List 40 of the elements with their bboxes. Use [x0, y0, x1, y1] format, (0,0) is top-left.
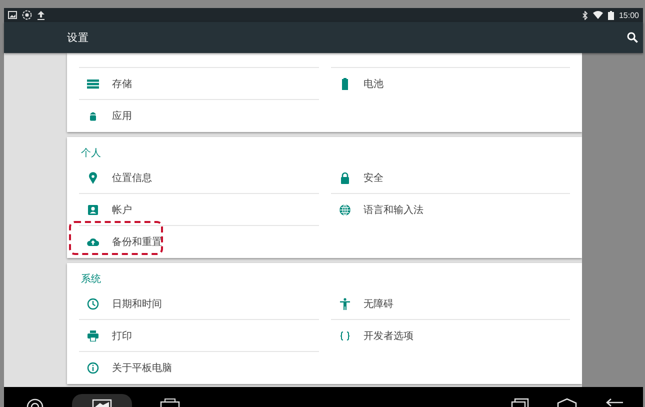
settings-item[interactable]: 应用 [79, 100, 318, 132]
settings-item[interactable]: 关于平板电脑 [79, 352, 318, 384]
settings-item[interactable]: 日期和时间 [79, 288, 318, 320]
printer-icon [87, 330, 99, 342]
toolbar-title: 设置 [67, 30, 89, 44]
settings-item[interactable]: 开发者选项 [330, 320, 570, 352]
home-icon[interactable] [557, 398, 577, 407]
search-icon[interactable] [627, 32, 638, 43]
wifi-icon [592, 11, 603, 19]
account-icon [87, 204, 99, 216]
recent-apps-icon[interactable] [511, 398, 529, 407]
image-icon [8, 11, 17, 19]
settings-item[interactable]: 帐户 [79, 194, 318, 226]
section-header: 系统 [80, 272, 102, 287]
battery-icon [608, 10, 614, 20]
braces-icon [338, 330, 350, 342]
image-icon [92, 399, 112, 407]
list-icon [87, 78, 99, 90]
upload-icon [37, 10, 45, 20]
settings-item[interactable]: 无障碍 [330, 288, 570, 320]
settings-item[interactable]: 位置信息 [79, 162, 318, 194]
settings-item[interactable]: 语言和输入法 [330, 194, 570, 226]
location-pin-icon [87, 172, 99, 184]
clock-time: 15:00 [618, 10, 639, 20]
cloud-upload-icon [87, 236, 99, 248]
settings-item[interactable]: 安全 [330, 162, 570, 194]
section-header: 个人 [80, 147, 102, 161]
settings-item[interactable]: 打印 [79, 320, 318, 352]
circle-icon [22, 10, 32, 20]
info-icon [87, 362, 99, 374]
clock-icon [87, 298, 99, 310]
back-icon[interactable] [605, 398, 625, 407]
settings-item[interactable]: 备份和重置 [79, 226, 318, 258]
settings-item[interactable]: 存储 [79, 68, 318, 100]
bluetooth-icon [582, 10, 588, 20]
lock-icon [338, 172, 350, 184]
person-icon [338, 298, 350, 310]
gallery-tab[interactable] [72, 394, 132, 407]
globe-icon [338, 204, 350, 216]
settings-item[interactable]: 电池 [330, 68, 570, 100]
